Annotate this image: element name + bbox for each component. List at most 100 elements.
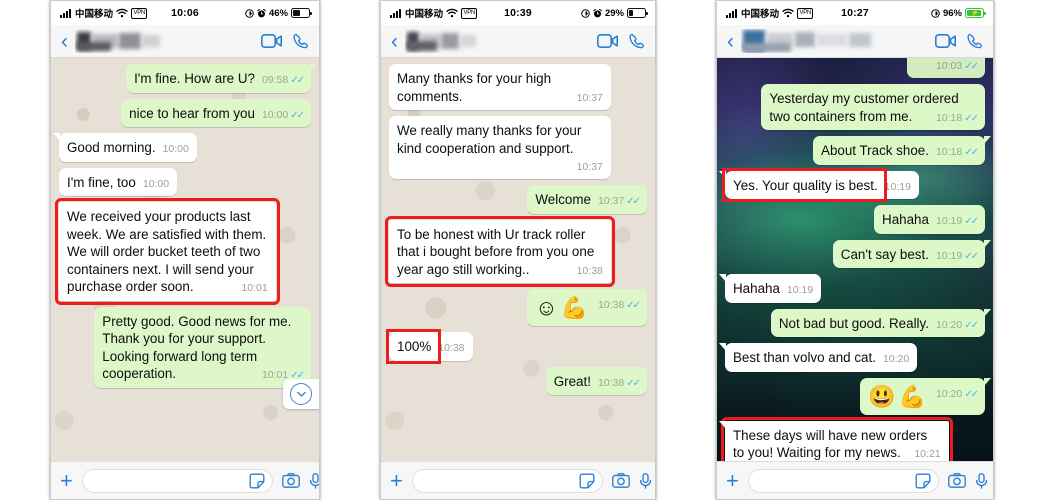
camera-icon[interactable]: [947, 473, 966, 488]
bubble-time: 10:37: [576, 91, 603, 104]
attach-plus-icon[interactable]: +: [390, 469, 403, 492]
chat-bubble[interactable]: Great! 10:38 ✓✓: [545, 366, 647, 395]
signal-bars-icon: [60, 8, 72, 18]
chat-bubble[interactable]: 10:03 ✓✓: [907, 58, 985, 78]
read-ticks-icon: ✓✓: [964, 61, 979, 72]
chat-row: Pretty good. Good news for me. Thank you…: [59, 306, 311, 388]
bubble-meta: 10:38 ✓✓: [598, 375, 641, 392]
bubble-meta: 10:19: [787, 282, 813, 299]
bubble-text: These days will have new orders to you! …: [733, 427, 928, 461]
sticker-icon[interactable]: [915, 473, 931, 489]
chat-bubble[interactable]: I'm fine. How are U? 09:58 ✓✓: [126, 64, 317, 93]
chat-row: 100% 10:38: [386, 329, 647, 364]
microphone-icon[interactable]: [639, 472, 652, 489]
bubble-time: 10:00: [162, 143, 189, 155]
contact-name-blurred[interactable]: [741, 29, 928, 53]
chat-bubble[interactable]: Hahaha 10:19 ✓✓: [874, 205, 985, 234]
chat-bubble[interactable]: Best than volvo and cat. 10:20: [718, 343, 918, 372]
back-chevron-icon[interactable]: ‹: [61, 31, 68, 52]
message-input-field[interactable]: [81, 468, 273, 493]
chat-bubble[interactable]: About Track shoe. 10:18 ✓✓: [813, 136, 991, 165]
attach-plus-icon[interactable]: +: [726, 469, 739, 492]
chat-row: Best than volvo and cat. 10:20: [718, 343, 985, 372]
chat-bubble[interactable]: To be honest with Ur track roller that i…: [385, 215, 615, 287]
chat-bubble[interactable]: Yes. Your quality is best. 10:19: [719, 167, 919, 202]
voice-call-icon[interactable]: [293, 33, 309, 49]
chat-row: I'm fine. How are U? 09:58 ✓✓: [59, 64, 317, 93]
chat-bubble[interactable]: Can't say best. 10:19 ✓✓: [832, 239, 992, 268]
bubble-meta: 10:20 ✓✓: [936, 317, 979, 334]
chat-bubble[interactable]: 100% 10:38: [386, 329, 473, 364]
video-call-icon[interactable]: [261, 34, 282, 48]
chat-bubble[interactable]: We received your products last week. We …: [55, 198, 280, 305]
status-left: 中国移动 VPN: [390, 6, 478, 20]
bubble-time: 10:38: [576, 264, 603, 277]
chat-bubble[interactable]: Many thanks for your high comments. 10:3…: [389, 64, 611, 110]
scroll-to-bottom-button[interactable]: [283, 379, 319, 409]
chat-area[interactable]: I'm fine. How are U? 09:58 ✓✓ nice to hea…: [51, 58, 319, 461]
contact-name-blurred[interactable]: [75, 29, 254, 53]
battery-icon: [291, 8, 312, 18]
chat-bubble[interactable]: Not bad but good. Really. 10:20 ✓✓: [770, 308, 992, 337]
bubble-text: Good morning.: [67, 140, 156, 155]
chat-bubble[interactable]: I'm fine, too 10:00: [59, 167, 178, 196]
chat-bubble[interactable]: ☺💪 10:38 ✓✓: [527, 289, 647, 326]
sticker-icon[interactable]: [249, 473, 265, 489]
message-composer: +: [381, 461, 655, 499]
video-call-icon[interactable]: [597, 34, 618, 48]
read-ticks-icon: ✓✓: [626, 196, 641, 207]
bubble-meta: 10:20: [883, 351, 909, 368]
bubble-meta: 10:21: [914, 446, 940, 461]
back-chevron-icon[interactable]: ‹: [391, 31, 398, 52]
chat-bubble[interactable]: Hahaha 10:19: [718, 274, 822, 303]
bubble-time: 10:21: [914, 448, 941, 460]
chat-bubble[interactable]: Pretty good. Good news for me. Thank you…: [94, 306, 311, 388]
camera-icon[interactable]: [281, 473, 300, 488]
chat-bubble[interactable]: We really many thanks for your kind coop…: [389, 116, 611, 179]
chat-bubble[interactable]: 😃💪 10:20 ✓✓: [860, 377, 991, 415]
screenshot-stage: 中国移动 VPN 10:06 46% ‹ I'm fine. How are U…: [0, 0, 1044, 500]
chat-message-list: 10:03 ✓✓ Yesterday my customer ordered tw…: [717, 58, 993, 461]
bubble-text: About Track shoe.: [821, 143, 929, 158]
chat-area[interactable]: Many thanks for your high comments. 10:3…: [381, 58, 655, 461]
chat-message-list: Many thanks for your high comments. 10:3…: [381, 58, 655, 461]
message-input-field[interactable]: [747, 468, 939, 493]
bubble-text: Welcome: [535, 192, 591, 207]
chat-bubble[interactable]: Welcome 10:37 ✓✓: [527, 185, 647, 214]
read-ticks-icon: ✓✓: [964, 216, 979, 227]
chat-message-list: I'm fine. How are U? 09:58 ✓✓ nice to hea…: [51, 58, 319, 461]
voice-call-icon[interactable]: [629, 33, 645, 49]
chat-bubble[interactable]: Yesterday my customer ordered two contai…: [761, 84, 985, 130]
location-services-icon: [931, 8, 940, 18]
microphone-icon[interactable]: [975, 472, 988, 489]
bubble-meta: 10:38: [577, 263, 603, 280]
bubble-meta: 10:19 ✓✓: [936, 213, 979, 230]
chat-bubble[interactable]: These days will have new orders to you! …: [719, 416, 953, 461]
bubble-meta: 10:38: [438, 340, 464, 357]
voice-call-icon[interactable]: [967, 33, 983, 49]
bubble-meta: 10:19: [885, 179, 911, 196]
bubble-time: 10:19: [935, 249, 963, 262]
message-input-field[interactable]: [411, 468, 603, 493]
attach-plus-icon[interactable]: +: [60, 469, 73, 492]
video-call-icon[interactable]: [935, 34, 956, 48]
chat-bubble[interactable]: nice to hear from you 10:00 ✓✓: [121, 98, 311, 127]
chat-area[interactable]: 10:03 ✓✓ Yesterday my customer ordered tw…: [717, 58, 993, 461]
back-chevron-icon[interactable]: ‹: [727, 31, 734, 52]
microphone-icon[interactable]: [309, 472, 319, 489]
status-left: 中国移动 VPN: [726, 6, 814, 20]
chat-bubble[interactable]: Good morning. 10:00: [53, 133, 197, 162]
contact-name-blurred[interactable]: [405, 29, 590, 53]
battery-icon: [627, 8, 648, 18]
sticker-icon[interactable]: [579, 473, 595, 489]
message-input[interactable]: [755, 472, 915, 489]
location-services-icon: [581, 8, 590, 18]
message-input[interactable]: [419, 472, 579, 489]
bubble-text: To be honest with Ur track roller that i…: [397, 226, 595, 277]
read-ticks-icon: ✓✓: [626, 300, 641, 311]
chat-row: These days will have new orders to you! …: [719, 416, 985, 461]
camera-icon[interactable]: [611, 473, 630, 488]
bubble-time: 10:37: [576, 161, 603, 173]
phone-3: 中国移动 VPN 10:27 96% ⚡ ‹ 10:03 ✓✓ Yesterda…: [716, 0, 994, 500]
message-input[interactable]: [89, 472, 249, 489]
